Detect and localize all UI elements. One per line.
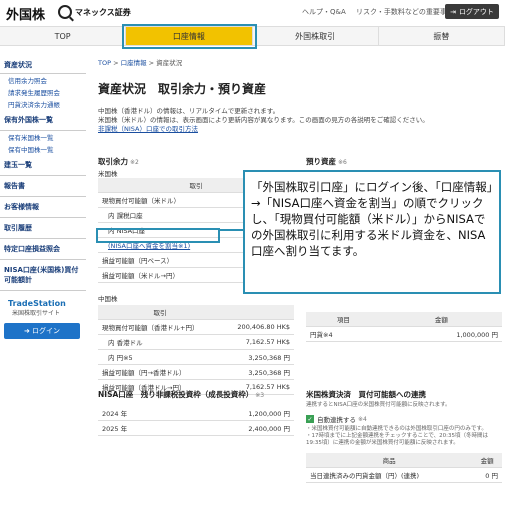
cn-stock-label: 中国株 <box>98 295 118 303</box>
table-row: 損益可能額（円→香港ドル） 3,250,368 円 <box>98 364 294 380</box>
tab-foreign-stock-trade[interactable]: 外国株取引 <box>253 27 379 45</box>
monex-logo-icon <box>58 5 72 19</box>
sidebar: 資産状況 信用余力照会 請求発生履歴照会 円貨決済余力通帳 保有外国株一覧 保有… <box>0 57 86 339</box>
table-row: 内 円※5 3,250,368 円 <box>98 349 294 365</box>
main-content: TOP > 口座情報 > 資産状況 資産状況 取引余力・預り資産 中国株（香港ド… <box>98 57 502 483</box>
table-row: 現物買付可能額（香港ドル+円） 200,406.80 HK$ <box>98 319 294 335</box>
breadcrumb-top[interactable]: TOP <box>98 59 111 67</box>
usd-link-desc: 連携するとNISA口座の米国株買付可能額に反映されます。 <box>306 402 451 408</box>
sidebar-section-holdings[interactable]: 保有外国株一覧 <box>0 110 86 131</box>
nisa-guide-link[interactable]: 非課税（NISA）口座での取引方法 <box>98 125 498 134</box>
deposit-panel: 預り資産 ※6 <box>306 156 502 167</box>
tab-transfer[interactable]: 振替 <box>379 27 505 45</box>
table-row: 2024 年 1,200,000 円 <box>98 406 294 421</box>
sidebar-section-assets[interactable]: 資産状況 <box>0 57 86 74</box>
breadcrumb-current: 資産状況 <box>156 59 183 67</box>
callout-pointer <box>218 229 244 231</box>
header-links: ヘルプ・Q&A リスク・手数料などの重要事項 <box>302 7 462 17</box>
login-label: ログイン <box>32 327 61 335</box>
nisa-allocate-highlight <box>96 228 220 243</box>
sidebar-item-positions[interactable]: 建玉一覧 <box>0 155 86 176</box>
table-row: 円貨※4 1,000,000 円 <box>306 326 502 342</box>
tradestation-login-button[interactable]: ➜ ログイン <box>4 323 80 339</box>
app-logo[interactable]: 外国株 <box>6 4 45 23</box>
instruction-callout: 「外国株取引口座」にログイン後、「口座情報」→「NISA口座へ資金を割当」の順で… <box>243 170 501 294</box>
tab-top[interactable]: TOP <box>0 27 127 45</box>
logout-label: ログアウト <box>458 7 494 16</box>
tradestation-sub: 米国株取引サイト <box>12 310 61 317</box>
top-header: 外国株 マネックス証券 ヘルプ・Q&A リスク・手数料などの重要事項 ⇥ ログア… <box>0 0 505 26</box>
auto-link-toggle[interactable]: ✓ 自動連携する ※4 <box>306 414 502 424</box>
sidebar-item-history[interactable]: 取引履歴 <box>0 218 86 239</box>
usd-link-title: 米国株資決済 買付可能額への連携 <box>306 390 426 399</box>
page-title: 資産状況 取引余力・預り資産 <box>98 82 267 96</box>
intro-text: 中国株（香港ドル）の情報は、リアルタイムで更新されます。 米国株（米ドル）の情報… <box>98 107 498 134</box>
brand-name: マネックス証券 <box>75 7 131 17</box>
breadcrumb: TOP > 口座情報 > 資産状況 <box>98 59 183 67</box>
sidebar-item-us-holdings[interactable]: 保有米国株一覧 <box>0 131 86 143</box>
table-header: 取引 <box>98 305 223 320</box>
usd-link-panel: 米国株資決済 買付可能額への連携 連携するとNISA口座の米国株買付可能額に反映… <box>306 389 502 483</box>
nisa-limit-table: 2024 年 1,200,000 円 2025 年 2,400,000 円 <box>98 406 294 436</box>
sidebar-item-yen-settlement[interactable]: 円貨決済余力通帳 <box>0 98 86 110</box>
table-row: 2025 年 2,400,000 円 <box>98 420 294 436</box>
login-icon: ➜ <box>23 327 33 335</box>
nisa-limit-panel: NISA口座 残り非課税投資枠（成長投資枠） ※3 2024 年 1,200,000… <box>98 389 294 436</box>
sidebar-item-reports[interactable]: 報告書 <box>0 176 86 197</box>
deposit-title: 預り資産 ※6 <box>306 157 347 166</box>
sidebar-item-nisa[interactable]: NISA口座(米国株)買付可能額計 <box>0 260 86 291</box>
risk-link[interactable]: リスク・手数料などの重要事項 <box>356 8 454 16</box>
sidebar-item-customer-info[interactable]: お客様情報 <box>0 197 86 218</box>
breadcrumb-account[interactable]: 口座情報 <box>121 59 147 67</box>
auto-link-label: 自動連携する <box>317 416 356 424</box>
brand-logo[interactable]: マネックス証券 <box>58 5 131 19</box>
intro-line-1: 中国株（香港ドル）の情報は、リアルタイムで更新されます。 <box>98 107 280 115</box>
trading-capacity-title: 取引余力 ※2 <box>98 157 139 166</box>
nisa-limit-title: NISA口座 残り非課税投資枠（成長投資枠） ※3 <box>98 390 265 399</box>
tradestation-logo: TradeStation <box>8 299 66 308</box>
sidebar-item-margin[interactable]: 信用余力照会 <box>0 74 86 86</box>
table-row: 内 香港ドル 7,162.57 HK$ <box>98 334 294 350</box>
sidebar-item-claims[interactable]: 請求発生履歴照会 <box>0 86 86 98</box>
logout-button[interactable]: ⇥ ログアウト <box>445 4 499 19</box>
help-link[interactable]: ヘルプ・Q&A <box>302 8 346 16</box>
logout-icon: ⇥ <box>450 7 456 16</box>
sidebar-item-cn-holdings[interactable]: 保有中国株一覧 <box>0 143 86 155</box>
tab-highlight-frame <box>122 24 257 49</box>
deposit-table-wrap: 項目 金額 円貨※4 1,000,000 円 <box>306 312 502 342</box>
intro-line-2: 米国株（米ドル）の情報は、表示画面により更新内容が異なります。この画面の見方の各… <box>98 116 429 124</box>
checkbox-checked-icon[interactable]: ✓ <box>306 415 314 423</box>
cn-capacity-table: 取引 現物買付可能額（香港ドル+円） 200,406.80 HK$ 内 香港ドル 7… <box>98 305 294 395</box>
deposit-table: 項目 金額 円貨※4 1,000,000 円 <box>306 312 502 342</box>
sidebar-item-tax-account[interactable]: 特定口座損益照会 <box>0 239 86 260</box>
usd-link-table: 商品 金額 当日連携済みの円貨金額（円）(連携) 0 円 <box>306 453 502 483</box>
usd-link-notes: ・米国株買付可能額に自動連携できるのは外国株取引口座の円のみです。 ・17時頃ま… <box>306 426 488 446</box>
table-row: 当日連携済みの円貨金額（円）(連携) 0 円 <box>306 467 502 483</box>
